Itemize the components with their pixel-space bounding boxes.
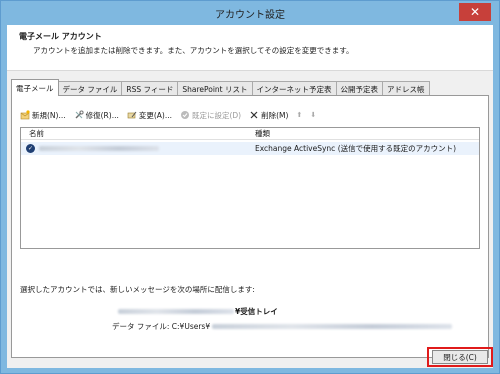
account-settings-window: アカウント設定 ✕ 電子メール アカウント アカウントを追加または削除できます。… bbox=[0, 0, 500, 374]
account-row[interactable]: ✓ Exchange ActiveSync (送信で使用する既定のアカウント) bbox=[21, 142, 479, 155]
tab-rss-feeds[interactable]: RSS フィード bbox=[121, 81, 179, 96]
close-button[interactable]: 閉じる(C) bbox=[432, 350, 488, 364]
blurred-account-name bbox=[39, 146, 159, 151]
tab-published-calendars[interactable]: 公開予定表 bbox=[335, 81, 384, 96]
data-file-label: データ ファイル: C:¥Users¥ bbox=[112, 322, 211, 331]
tools-icon bbox=[74, 110, 84, 120]
close-button-highlight: 閉じる(C) bbox=[427, 347, 493, 367]
inbox-folder-label: ¥受信トレイ bbox=[235, 307, 278, 316]
delete-x-icon bbox=[249, 110, 259, 120]
tab-address-books[interactable]: アドレス帳 bbox=[382, 81, 430, 96]
tab-data-files[interactable]: データ ファイル bbox=[57, 81, 123, 96]
blurred-mailbox-name bbox=[118, 309, 234, 314]
column-header-name[interactable]: 名前 bbox=[21, 128, 249, 139]
header-description: アカウントを追加または削除できます。また、アカウントを選択してその設定を変更でき… bbox=[33, 46, 354, 55]
account-name-cell: ✓ bbox=[21, 144, 249, 153]
tab-internet-calendars[interactable]: インターネット予定表 bbox=[251, 81, 337, 96]
new-account-label: 新規(N)... bbox=[32, 110, 66, 120]
new-account-button[interactable]: 新規(N)... bbox=[20, 110, 66, 121]
move-up-icon[interactable]: ⬆ bbox=[296, 111, 302, 119]
default-account-check-icon: ✓ bbox=[26, 144, 35, 153]
set-default-button[interactable]: 既定に設定(D) bbox=[180, 110, 241, 121]
email-tab-panel: 新規(N)... 修復(R)... 変更(A)... 既定に設定(D) 削除(M… bbox=[11, 95, 489, 358]
tab-email[interactable]: 電子メール bbox=[11, 79, 59, 96]
remove-account-button[interactable]: 削除(M) bbox=[249, 110, 288, 121]
account-toolbar: 新規(N)... 修復(R)... 変更(A)... 既定に設定(D) 削除(M… bbox=[20, 108, 324, 122]
blurred-data-file-path bbox=[212, 324, 453, 329]
remove-account-label: 削除(M) bbox=[261, 110, 289, 120]
move-down-icon[interactable]: ⬇ bbox=[310, 111, 316, 119]
change-account-label: 変更(A)... bbox=[138, 110, 172, 120]
new-mail-icon bbox=[20, 110, 30, 120]
tab-sharepoint-lists[interactable]: SharePoint リスト bbox=[177, 81, 253, 96]
account-list: 名前 種類 ✓ Exchange ActiveSync (送信で使用する既定のア… bbox=[20, 127, 480, 249]
edit-account-icon bbox=[127, 110, 137, 120]
account-list-header: 名前 種類 bbox=[21, 128, 479, 140]
account-type-cell: Exchange ActiveSync (送信で使用する既定のアカウント) bbox=[255, 144, 457, 153]
change-account-button[interactable]: 変更(A)... bbox=[127, 110, 172, 121]
tab-strip: 電子メール データ ファイル RSS フィード SharePoint リスト イ… bbox=[11, 79, 430, 96]
repair-account-label: 修復(R)... bbox=[85, 110, 119, 120]
window-title: アカウント設定 bbox=[215, 9, 285, 21]
header-title: 電子メール アカウント bbox=[19, 32, 102, 41]
set-default-label: 既定に設定(D) bbox=[191, 110, 242, 120]
column-header-type[interactable]: 種類 bbox=[249, 128, 479, 139]
delivery-target: ¥受信トレイ bbox=[118, 306, 278, 317]
data-file-path: データ ファイル: C:¥Users¥ bbox=[112, 321, 453, 332]
repair-account-button[interactable]: 修復(R)... bbox=[74, 110, 119, 121]
default-check-icon bbox=[180, 110, 190, 120]
delivery-location-label: 選択したアカウントでは、新しいメッセージを次の場所に配信します: bbox=[20, 285, 255, 294]
title-bar[interactable]: アカウント設定 ✕ bbox=[1, 1, 499, 25]
dialog-client-area: 電子メール アカウント アカウントを追加または削除できます。また、アカウントを選… bbox=[7, 25, 493, 368]
window-close-button[interactable]: ✕ bbox=[459, 3, 491, 21]
header-panel: 電子メール アカウント アカウントを追加または削除できます。また、アカウントを選… bbox=[7, 25, 493, 71]
